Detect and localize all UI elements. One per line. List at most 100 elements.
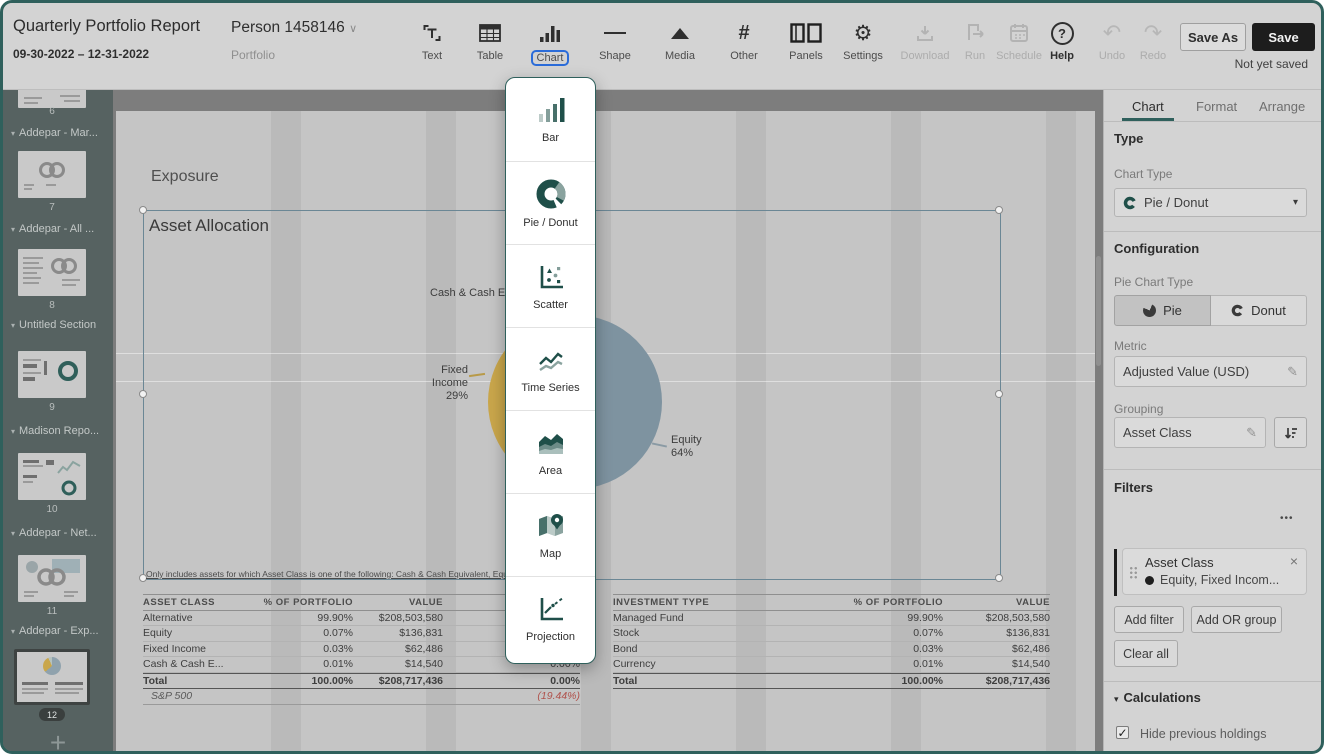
- menu-item-map[interactable]: Map: [506, 494, 595, 577]
- page-thumbnail[interactable]: [18, 351, 86, 398]
- metric-label: Metric: [1114, 339, 1147, 353]
- chevron-down-icon: ▾: [1114, 694, 1119, 704]
- page-thumbnail[interactable]: [18, 249, 86, 296]
- tool-shape[interactable]: Shape: [587, 21, 643, 62]
- column-header[interactable]: INVESTMENT TYPE: [613, 597, 793, 608]
- page-title: Exposure: [151, 168, 219, 186]
- section-heading-type: Type: [1114, 131, 1143, 146]
- column-header[interactable]: VALUE: [353, 597, 443, 608]
- section-header[interactable]: ▾Addepar - Net...: [11, 527, 111, 539]
- help-icon: ?: [1051, 21, 1074, 45]
- report-page: Exposure Asset Allocation Cash & Cash Eq…: [116, 111, 1095, 754]
- menu-item-projection[interactable]: Projection: [506, 577, 595, 660]
- section-heading-configuration: Configuration: [1114, 241, 1199, 256]
- menu-item-scatter[interactable]: Scatter: [506, 245, 595, 328]
- tool-settings[interactable]: ⚙ Settings: [835, 21, 891, 62]
- table-row: Managed Fund99.90%$208,503,580: [613, 611, 1050, 627]
- edit-pencil-icon[interactable]: ✎: [1287, 364, 1298, 380]
- bar-chart-icon: [536, 95, 566, 125]
- filter-chip-title: Asset Class: [1145, 555, 1214, 570]
- tool-other[interactable]: # Other: [716, 21, 772, 62]
- column-header[interactable]: % OF PORTFOLIO: [253, 597, 353, 608]
- page-thumbnail[interactable]: [18, 151, 86, 198]
- chevron-down-icon: ▾: [11, 627, 15, 636]
- metric-field[interactable]: Adjusted Value (USD) ✎: [1114, 356, 1307, 387]
- link-logo-icon: [36, 161, 68, 179]
- donut-icon: [1123, 196, 1137, 210]
- add-page-button[interactable]: +: [3, 729, 113, 754]
- link-logo-icon: [34, 567, 68, 587]
- app-window: Exposure Asset Allocation Cash & Cash Eq…: [0, 0, 1324, 754]
- gear-icon: ⚙: [854, 21, 873, 45]
- tool-media[interactable]: Media: [652, 21, 708, 62]
- clear-all-button[interactable]: Clear all: [1114, 640, 1178, 667]
- column-header[interactable]: % OF PORTFOLIO: [793, 597, 943, 608]
- resize-handle[interactable]: [995, 390, 1003, 398]
- drag-handle-icon[interactable]: [1129, 566, 1138, 579]
- menu-item-pie-donut[interactable]: Pie / Donut: [506, 162, 595, 245]
- resize-handle[interactable]: [139, 390, 147, 398]
- entity-selector[interactable]: Person 1458146 ∨: [231, 19, 357, 37]
- section-header[interactable]: ▾Untitled Section: [11, 319, 111, 331]
- scatter-icon: [536, 262, 566, 292]
- add-or-group-button[interactable]: Add OR group: [1191, 606, 1282, 633]
- resize-handle[interactable]: [995, 206, 1003, 214]
- menu-item-area[interactable]: Area: [506, 411, 595, 494]
- section-header[interactable]: ▾Madison Repo...: [11, 425, 111, 437]
- donut-mini-icon: [56, 359, 80, 383]
- benchmark-row: S&P 500(19.44%): [143, 689, 580, 705]
- tool-help[interactable]: ? Help: [1034, 21, 1090, 62]
- tool-panels[interactable]: Panels: [778, 21, 834, 62]
- checkbox-hide-previous-holdings[interactable]: ✓: [1116, 726, 1129, 739]
- sort-button[interactable]: [1274, 417, 1307, 448]
- panels-icon: [790, 21, 822, 45]
- column-header[interactable]: ASSET CLASS: [143, 597, 253, 608]
- close-icon[interactable]: ×: [1290, 553, 1298, 569]
- tool-text[interactable]: Text: [404, 21, 460, 62]
- filters-menu-button[interactable]: •••: [1280, 513, 1294, 524]
- page-thumbnail-selected[interactable]: [14, 649, 90, 705]
- table-icon: [479, 21, 501, 45]
- chevron-down-icon: ▾: [11, 225, 15, 234]
- chart-type-label: Chart Type: [1114, 167, 1172, 181]
- bar-chart-icon: [539, 21, 561, 45]
- investment-type-table: INVESTMENT TYPE % OF PORTFOLIO VALUE Man…: [613, 594, 1050, 689]
- resize-handle[interactable]: [139, 206, 147, 214]
- section-header[interactable]: ▾Addepar - Mar...: [11, 127, 111, 139]
- segment-pie[interactable]: Pie: [1114, 295, 1211, 326]
- filter-chip[interactable]: Asset Class × Equity, Fixed Incom...: [1122, 548, 1307, 595]
- page-number: 8: [3, 300, 101, 311]
- chevron-down-icon: ▾: [11, 529, 15, 538]
- entity-type-label: Portfolio: [231, 48, 275, 62]
- canvas-scrollbar[interactable]: [1096, 256, 1101, 366]
- column-header[interactable]: VALUE: [943, 597, 1050, 608]
- section-header[interactable]: ▾Addepar - All ...: [11, 223, 111, 235]
- report-title: Quarterly Portfolio Report: [13, 17, 200, 36]
- grouping-field[interactable]: Asset Class ✎: [1114, 417, 1266, 448]
- add-filter-button[interactable]: Add filter: [1114, 606, 1184, 633]
- edit-pencil-icon[interactable]: ✎: [1246, 425, 1257, 441]
- menu-item-time-series[interactable]: Time Series: [506, 328, 595, 411]
- section-heading-calculations[interactable]: ▾Calculations: [1114, 690, 1201, 705]
- save-status: Not yet saved: [1235, 57, 1308, 71]
- page-thumbnail[interactable]: [18, 453, 86, 500]
- section-heading-filters: Filters: [1114, 480, 1153, 495]
- chart-type-dropdown[interactable]: Pie / Donut ▾: [1114, 188, 1307, 217]
- tool-redo: ↷ Redo: [1125, 21, 1181, 62]
- chevron-down-icon: ▾: [1293, 197, 1298, 208]
- resize-handle[interactable]: [995, 574, 1003, 582]
- section-header[interactable]: ▾Addepar - Exp...: [11, 625, 111, 637]
- tab-format[interactable]: Format: [1196, 99, 1237, 114]
- menu-item-bar[interactable]: Bar: [506, 78, 595, 161]
- tab-arrange[interactable]: Arrange: [1259, 99, 1305, 114]
- donut-icon: [1231, 304, 1244, 317]
- tool-table[interactable]: Table: [462, 21, 518, 62]
- map-icon: [535, 511, 567, 541]
- tool-chart[interactable]: Chart: [522, 21, 578, 66]
- save-as-button[interactable]: Save As: [1180, 23, 1246, 51]
- page-thumbnail[interactable]: [18, 555, 86, 602]
- save-button[interactable]: Save: [1252, 23, 1315, 51]
- tab-chart[interactable]: Chart: [1132, 99, 1164, 114]
- report-date-range[interactable]: 09-30-2022 – 12-31-2022: [13, 47, 149, 61]
- segment-donut[interactable]: Donut: [1211, 295, 1307, 326]
